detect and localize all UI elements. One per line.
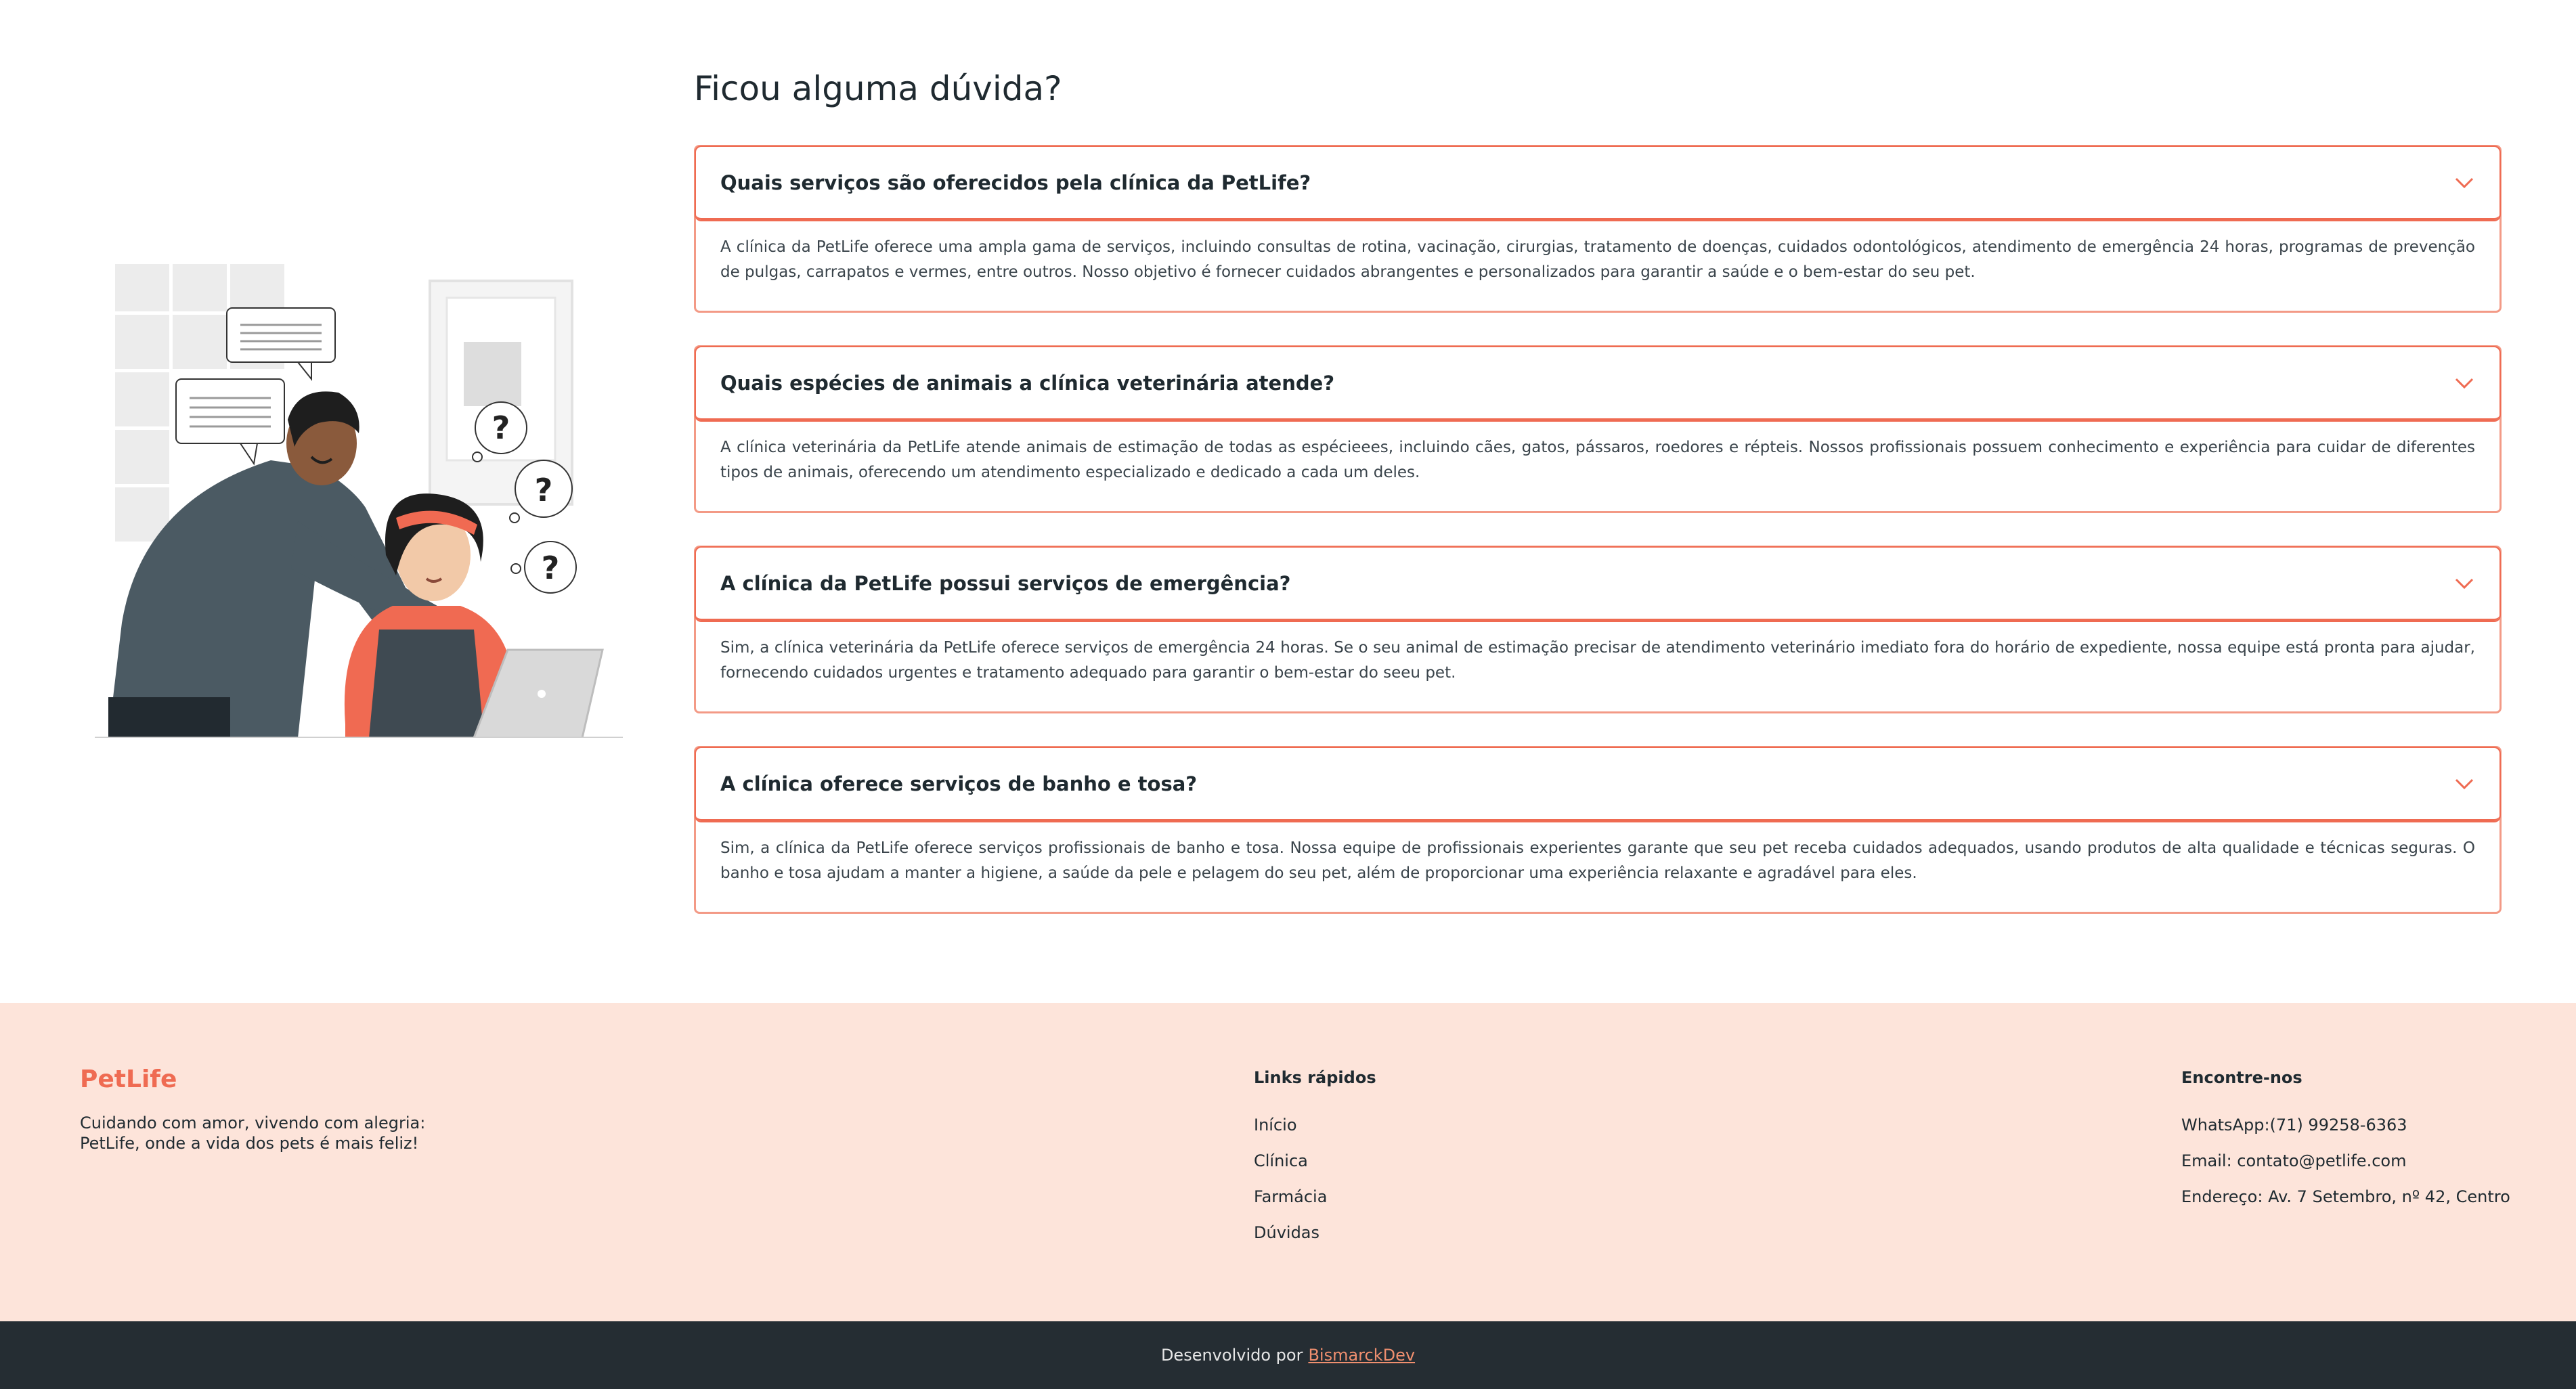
- contact-info: Encontre-nos WhatsApp:(71) 99258-6363 Em…: [2181, 1068, 2510, 1215]
- faq-question: A clínica oferece serviços de banho e to…: [720, 772, 1198, 795]
- faq-question-toggle[interactable]: Quais espécies de animais a clínica vete…: [696, 347, 2499, 420]
- faq-question-toggle[interactable]: A clínica da PetLife possui serviços de …: [696, 548, 2499, 621]
- footer-tagline: Cuidando com amor, vivendo com alegria: …: [80, 1113, 486, 1153]
- faq-question: Quais espécies de animais a clínica vete…: [720, 371, 1335, 395]
- faq-illustration: ???: [95, 264, 623, 738]
- tagline-line: PetLife, onde a vida dos pets é mais fel…: [80, 1134, 419, 1153]
- tagline-line: Cuidando com amor, vivendo com alegria:: [80, 1114, 426, 1132]
- chevron-down-icon: [2452, 772, 2476, 796]
- footer: PetLife Cuidando com amor, vivendo com a…: [0, 1003, 2576, 1321]
- faq-question-toggle[interactable]: A clínica oferece serviços de banho e to…: [696, 748, 2499, 821]
- contact-whatsapp: WhatsApp:(71) 99258-6363: [2181, 1116, 2407, 1134]
- chevron-down-icon: [2452, 571, 2476, 596]
- faq-answer: A clínica veterinária da PetLife atende …: [720, 439, 2475, 481]
- footer-link-farmacia[interactable]: Farmácia: [1254, 1179, 1376, 1215]
- quick-links: Links rápidos Início Clínica Farmácia Dú…: [1254, 1068, 1376, 1251]
- contact-email: Email: contato@petlife.com: [2181, 1151, 2407, 1170]
- faq-item: Quais espécies de animais a clínica vete…: [694, 345, 2502, 513]
- faq-answer: A clínica da PetLife oferece uma ampla g…: [720, 238, 2475, 281]
- faq-item: A clínica da PetLife possui serviços de …: [694, 546, 2502, 713]
- faq-question: Quais serviços são oferecidos pela clíni…: [720, 171, 1311, 194]
- faq-question-toggle[interactable]: Quais serviços são oferecidos pela clíni…: [696, 147, 2499, 220]
- footer-brand-logo[interactable]: PetLife: [80, 1065, 177, 1093]
- svg-text:?: ?: [535, 472, 553, 508]
- faq-question: A clínica da PetLife possui serviços de …: [720, 571, 1291, 595]
- faq-answer: Sim, a clínica veterinária da PetLife of…: [720, 639, 2475, 682]
- svg-text:?: ?: [492, 410, 510, 446]
- faq-item: A clínica oferece serviços de banho e to…: [694, 746, 2502, 914]
- faq-list: Quais serviços são oferecidos pela clíni…: [694, 145, 2502, 946]
- faq-section: ??? Ficou alguma dúvida? Quais serviços …: [0, 0, 2576, 1003]
- developer-link[interactable]: BismarckDev: [1308, 1346, 1415, 1365]
- footer-link-clinica[interactable]: Clínica: [1254, 1143, 1376, 1179]
- footer-link-inicio[interactable]: Início: [1254, 1107, 1376, 1143]
- faq-title: Ficou alguma dúvida?: [694, 69, 1062, 108]
- chevron-down-icon: [2452, 371, 2476, 395]
- faq-answer: Sim, a clínica da PetLife oferece serviç…: [720, 839, 2475, 882]
- faq-item: Quais serviços são oferecidos pela clíni…: [694, 145, 2502, 313]
- credits-bar: Desenvolvido por BismarckDev: [0, 1321, 2576, 1389]
- contact-address: Endereço: Av. 7 Setembro, nº 42, Centro: [2181, 1187, 2510, 1206]
- credits-text: Desenvolvido por: [1160, 1346, 1303, 1365]
- svg-text:?: ?: [542, 550, 560, 586]
- contact-title: Encontre-nos: [2181, 1068, 2302, 1087]
- footer-link-duvidas[interactable]: Dúvidas: [1254, 1215, 1376, 1251]
- chevron-down-icon: [2452, 171, 2476, 195]
- quick-links-title: Links rápidos: [1254, 1068, 1376, 1087]
